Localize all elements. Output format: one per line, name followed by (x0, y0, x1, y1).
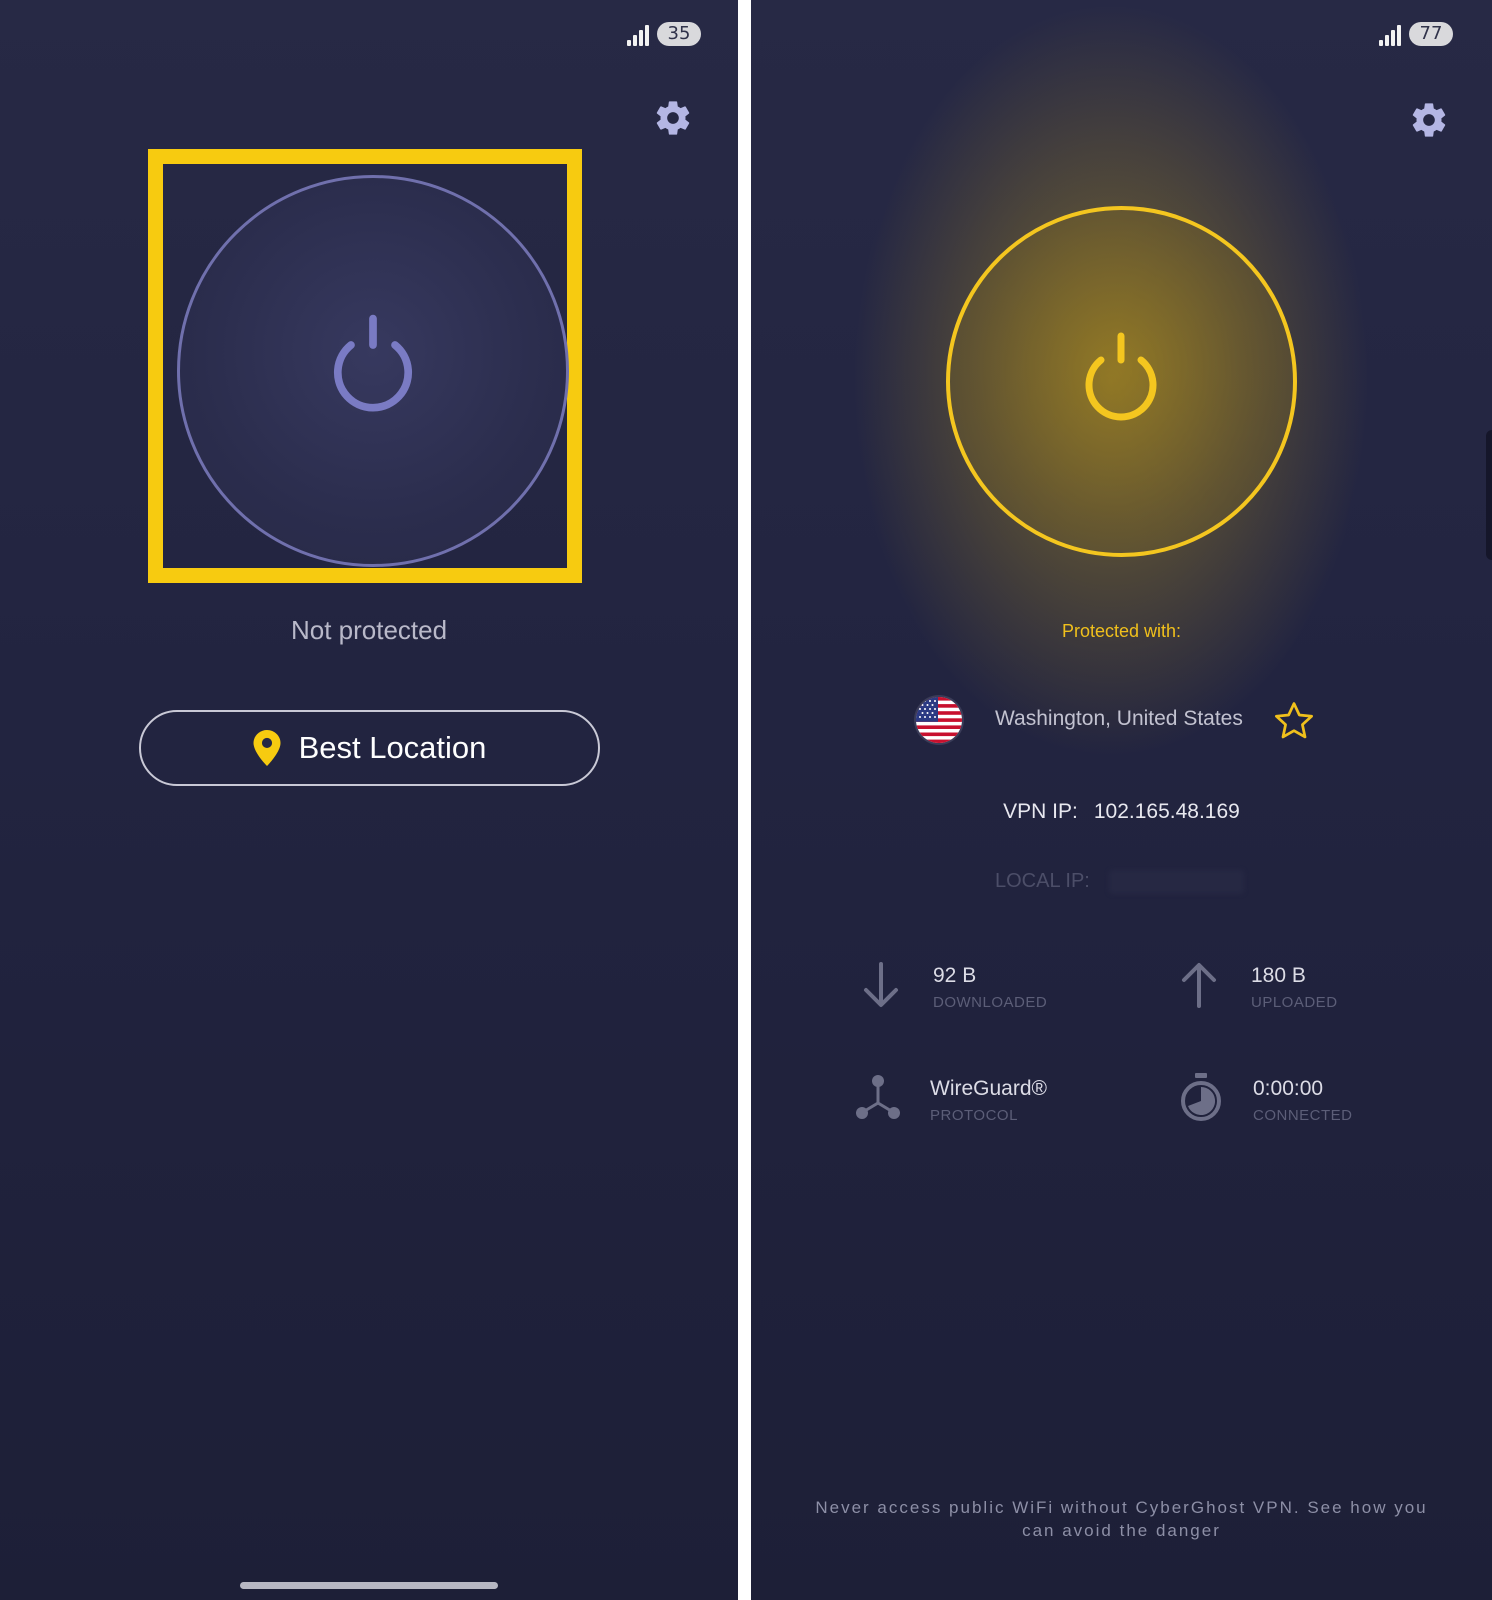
gear-icon[interactable] (653, 98, 693, 138)
protocol-caption: PROTOCOL (930, 1107, 1018, 1124)
downloaded-caption: DOWNLOADED (933, 994, 1048, 1011)
downloaded-value: 92 B (933, 964, 977, 987)
battery-indicator: 35 (657, 22, 701, 46)
local-ip-redacted (1109, 870, 1244, 894)
connection-status: Not protected (290, 615, 448, 645)
signal-icon (1379, 24, 1403, 46)
best-location-button[interactable]: Best Location (139, 710, 600, 786)
uploaded-caption: UPLOADED (1251, 994, 1338, 1011)
right-screen-connected: 77 Protected with: Washington, United St… (751, 0, 1492, 1600)
power-icon (334, 314, 412, 412)
vpn-ip-value: 102.165.48.169 (1093, 800, 1240, 823)
gear-icon[interactable] (1409, 100, 1449, 140)
power-icon (1085, 332, 1157, 421)
timer-icon (1181, 1073, 1221, 1121)
map-pin-icon (253, 730, 281, 766)
protected-label: Protected with: (1061, 621, 1182, 641)
network-nodes-icon (856, 1075, 900, 1119)
wifi-safety-link[interactable]: Never access public WiFi without CyberGh… (811, 1496, 1432, 1542)
protocol-value: WireGuard® (930, 1077, 1047, 1100)
signal-icon (627, 24, 651, 46)
star-icon[interactable] (1272, 699, 1316, 743)
location-button-label: Best Location (298, 730, 487, 765)
battery-indicator: 77 (1409, 22, 1453, 46)
arrow-down-icon (864, 962, 898, 1007)
vpn-ip: VPN IP: 102.165.48.169 (751, 800, 1492, 824)
arrow-up-icon (1182, 963, 1216, 1008)
side-drawer-handle[interactable] (1486, 430, 1492, 560)
connected-time-caption: CONNECTED (1253, 1107, 1353, 1124)
uploaded-value: 180 B (1251, 964, 1306, 987)
home-indicator[interactable] (240, 1582, 498, 1589)
server-location-row[interactable]: Washington, United States (916, 697, 1336, 747)
server-location-name: Washington, United States (995, 707, 1243, 730)
connected-time-value: 0:00:00 (1253, 1077, 1324, 1100)
us-flag-icon (916, 697, 962, 743)
left-screen-disconnected: 35 Not protected Best Location (0, 0, 738, 1600)
vpn-ip-label: VPN IP: (1003, 800, 1078, 823)
local-ip-label: LOCAL IP: (995, 870, 1090, 892)
